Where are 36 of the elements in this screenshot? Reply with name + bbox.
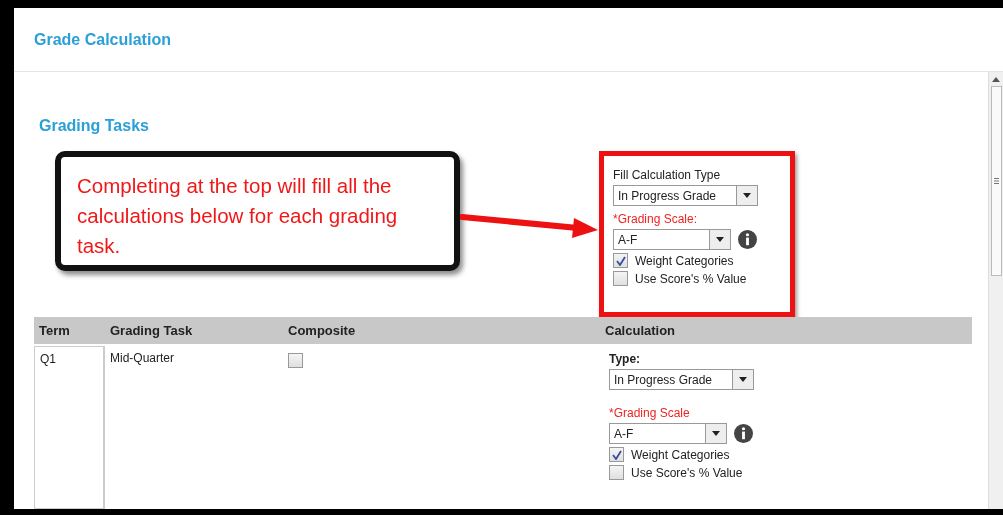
scrollbar[interactable] bbox=[988, 72, 1003, 509]
type-label: Type: bbox=[609, 352, 642, 366]
checkbox[interactable] bbox=[609, 465, 624, 480]
dialog-title: Grade Calculation bbox=[34, 30, 171, 49]
checkbox-label: Use Score's % Value bbox=[635, 271, 747, 286]
info-icon[interactable] bbox=[734, 424, 753, 443]
grading-scale-label: *Grading Scale bbox=[609, 406, 691, 420]
grip-icon bbox=[993, 178, 999, 184]
table-cell-text: Mid-Quarter bbox=[109, 350, 175, 367]
column-header: Composite bbox=[287, 323, 357, 338]
grading-scale-label: *Grading Scale: bbox=[613, 212, 699, 226]
check-icon bbox=[615, 255, 626, 266]
column-header: Grading Task bbox=[109, 323, 194, 338]
caret-icon bbox=[743, 193, 751, 198]
callout-note: Completing at the top will fill all the calculations below for each grading task. bbox=[55, 151, 460, 271]
column-header: Term bbox=[38, 323, 71, 338]
checkbox[interactable] bbox=[613, 253, 628, 268]
checkbox-label: Weight Categories bbox=[631, 447, 730, 462]
table-cell: Q1 bbox=[34, 346, 105, 509]
grading-scale-dropdown[interactable]: A-F bbox=[613, 229, 731, 250]
composite-checkbox[interactable] bbox=[288, 353, 303, 368]
checkbox-label: Weight Categories bbox=[635, 253, 734, 268]
section-title: Grading Tasks bbox=[39, 117, 150, 136]
caret-icon bbox=[712, 431, 720, 436]
check-icon bbox=[611, 449, 622, 460]
checkbox-label: Use Score's % Value bbox=[631, 465, 743, 480]
info-icon[interactable] bbox=[738, 230, 757, 249]
type-dropdown[interactable]: In Progress Grade bbox=[613, 185, 758, 206]
caret-icon bbox=[739, 377, 747, 382]
caret-icon bbox=[716, 237, 724, 242]
type-label: Fill Calculation Type bbox=[613, 168, 722, 182]
column-header: Calculation bbox=[604, 323, 677, 338]
type-dropdown[interactable]: In Progress Grade bbox=[609, 369, 754, 390]
checkbox[interactable] bbox=[613, 271, 628, 286]
grading-scale-dropdown[interactable]: A-F bbox=[609, 423, 727, 444]
checkbox[interactable] bbox=[609, 447, 624, 462]
